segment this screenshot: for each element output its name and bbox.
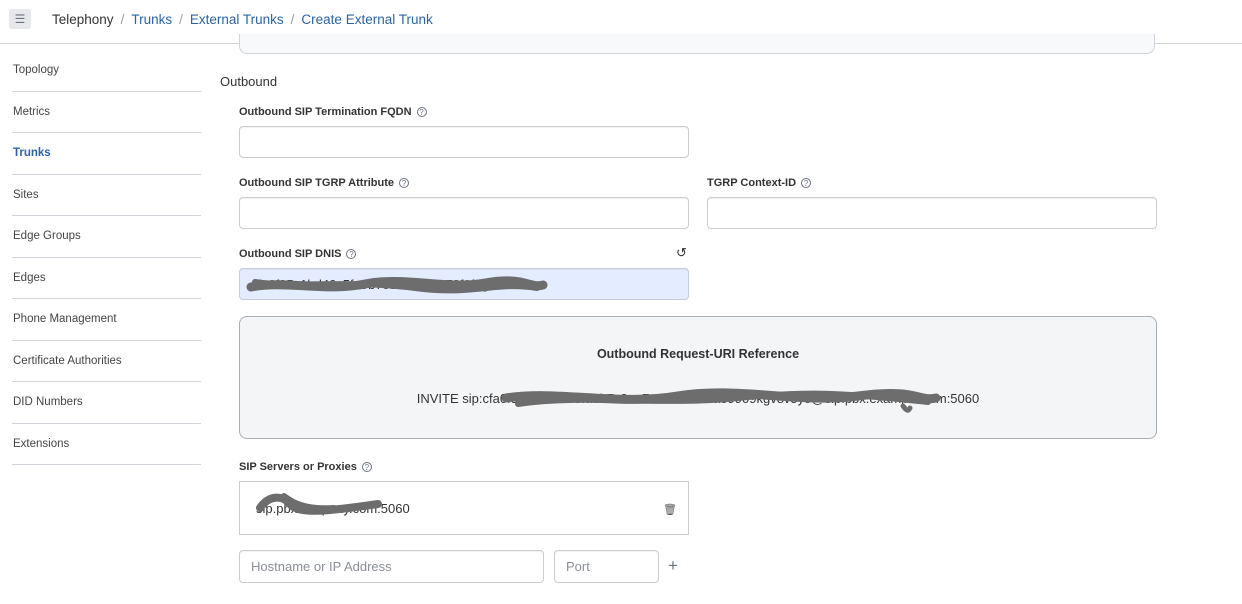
sidebar-item-metrics[interactable]: Metrics — [12, 92, 201, 133]
previous-section-panel — [239, 34, 1155, 54]
sip-servers-label-text: SIP Servers or Proxies — [239, 461, 357, 473]
dnis-label-text: Outbound SIP DNIS — [239, 248, 342, 260]
help-icon[interactable]: ? — [361, 462, 372, 472]
trash-icon[interactable]: 🗑 — [663, 503, 677, 516]
breadcrumb-separator: / — [290, 12, 295, 27]
breadcrumb-separator: / — [120, 12, 125, 27]
help-icon[interactable]: ? — [399, 178, 410, 188]
sidebar-item-did-numbers[interactable]: DID Numbers — [12, 382, 201, 424]
breadcrumb-external-trunks[interactable]: External Trunks — [190, 12, 284, 27]
help-icon[interactable]: ? — [801, 178, 812, 188]
breadcrumb-create-external-trunk[interactable]: Create External Trunk — [301, 12, 432, 27]
sidebar-item-edge-groups[interactable]: Edge Groups — [12, 216, 201, 258]
sidebar-item-phone-management[interactable]: Phone Management — [12, 299, 201, 341]
sidebar-item-trunks[interactable]: Trunks — [12, 133, 201, 175]
plus-icon[interactable]: + — [668, 556, 678, 576]
request-uri-reference-panel: Outbound Request-URI Reference INVITE si… — [239, 316, 1157, 439]
breadcrumb-trunks[interactable]: Trunks — [131, 12, 172, 27]
sidebar-item-edges[interactable]: Edges — [12, 258, 201, 299]
sip-servers-label: SIP Servers or Proxies? — [239, 461, 372, 473]
sidebar-item-topology[interactable]: Topology — [12, 50, 201, 92]
help-icon[interactable]: ? — [416, 107, 427, 117]
sip-server-row: sip.pbxcompany.com:5060 🗑 — [239, 481, 689, 535]
sidebar-item-sites[interactable]: Sites — [12, 175, 201, 216]
fqdn-label-text: Outbound SIP Termination FQDN — [239, 106, 412, 118]
reset-icon[interactable]: ↺ — [676, 245, 687, 261]
hostname-input[interactable] — [239, 550, 544, 583]
sidebar-nav: Topology Metrics Trunks Sites Edge Group… — [12, 50, 201, 465]
port-input[interactable] — [554, 550, 659, 583]
context-id-label-text: TGRP Context-ID — [707, 177, 797, 189]
menu-icon[interactable]: ☰ — [9, 9, 31, 29]
sidebar-item-extensions[interactable]: Extensions — [12, 424, 201, 465]
tgrp-label: Outbound SIP TGRP Attribute? — [239, 177, 410, 189]
context-id-input[interactable] — [707, 197, 1157, 229]
help-icon[interactable]: ? — [346, 249, 357, 259]
tgrp-input[interactable] — [239, 197, 689, 229]
fqdn-label: Outbound SIP Termination FQDN? — [239, 106, 427, 118]
section-title-outbound: Outbound — [220, 74, 278, 89]
context-id-label: TGRP Context-ID? — [707, 177, 812, 189]
breadcrumb: Telephony / Trunks / External Trunks / Create … — [52, 12, 433, 27]
tgrp-label-text: Outbound SIP TGRP Attribute — [239, 177, 395, 189]
dnis-label: Outbound SIP DNIS? — [239, 248, 357, 260]
request-uri-reference-value: INVITE sip:cfa0f35c1bd40c5fa9b7c3aa7cc2a… — [416, 391, 980, 406]
breadcrumb-telephony: Telephony — [52, 12, 114, 27]
sip-server-value: sip.pbxcompany.com:5060 — [256, 501, 410, 516]
sidebar-item-certificate-authorities[interactable]: Certificate Authorities — [12, 341, 201, 382]
request-uri-reference-title: Outbound Request-URI Reference — [596, 347, 800, 361]
dnis-input[interactable] — [239, 268, 689, 300]
fqdn-input[interactable] — [239, 126, 689, 158]
breadcrumb-separator: / — [179, 12, 183, 27]
